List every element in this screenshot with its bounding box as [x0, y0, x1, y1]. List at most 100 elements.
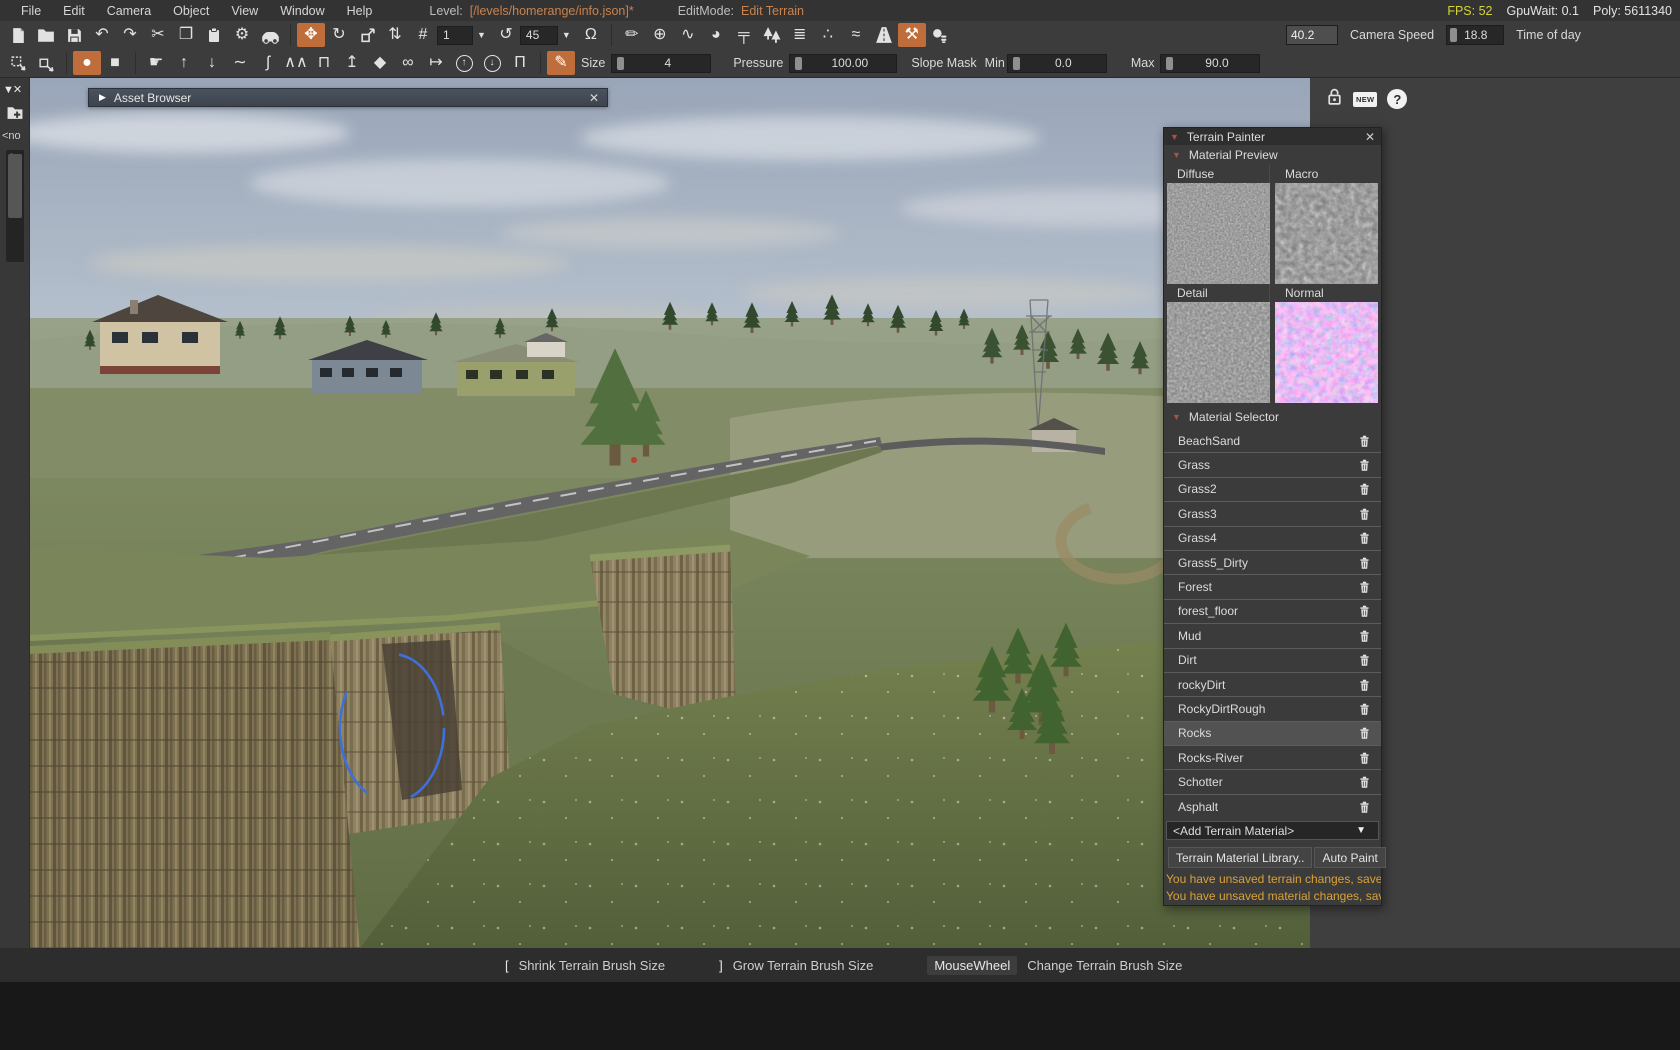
- material-row[interactable]: Schotter: [1164, 770, 1381, 795]
- material-row[interactable]: Dirt: [1164, 649, 1381, 673]
- paste-icon[interactable]: [200, 23, 228, 47]
- grid-snap-dropdown-icon[interactable]: ▼: [477, 30, 486, 40]
- delete-material-icon[interactable]: [1358, 629, 1371, 643]
- menu-object[interactable]: Object: [162, 4, 220, 18]
- editmode-value[interactable]: Edit Terrain: [741, 4, 804, 18]
- save-level-icon[interactable]: [60, 23, 88, 47]
- grid-snap-input[interactable]: 1: [437, 25, 473, 45]
- rotate-snap-icon[interactable]: ↺: [492, 23, 520, 47]
- redo-icon[interactable]: ↷: [116, 23, 144, 47]
- add-group-icon[interactable]: [5, 104, 25, 126]
- particle-editor-icon[interactable]: ∴: [814, 23, 842, 47]
- raise-height-icon[interactable]: ↑: [170, 51, 198, 75]
- pressure-input[interactable]: 100.00: [789, 53, 898, 73]
- filter-clear-icon[interactable]: ▼✕: [3, 83, 22, 96]
- copy-icon[interactable]: ❐: [172, 23, 200, 47]
- average-raise-icon[interactable]: ↑: [450, 51, 478, 75]
- material-row[interactable]: Forest: [1164, 575, 1381, 600]
- paint-material-icon[interactable]: ✎: [547, 51, 575, 75]
- move-terrain-block-icon[interactable]: [32, 51, 60, 75]
- delete-material-icon[interactable]: [1358, 653, 1371, 667]
- new-badge[interactable]: NEW: [1353, 91, 1378, 107]
- help-icon[interactable]: ?: [1387, 89, 1408, 109]
- lock-icon[interactable]: [1326, 87, 1343, 111]
- delete-material-icon[interactable]: [1358, 678, 1371, 692]
- material-row-selected[interactable]: Rocks: [1164, 721, 1381, 747]
- material-row[interactable]: Grass3: [1164, 502, 1381, 527]
- time-of-day-input[interactable]: 18.8: [1446, 25, 1505, 45]
- delete-material-icon[interactable]: [1358, 702, 1371, 716]
- snap-to-terrain-icon[interactable]: Ω: [577, 23, 605, 47]
- decal-editor-icon[interactable]: [926, 23, 954, 47]
- noise-icon[interactable]: ∧∧: [282, 51, 310, 75]
- slope-max-input[interactable]: 90.0: [1160, 53, 1261, 73]
- terrain-painter-header[interactable]: ▼ Terrain Painter ✕: [1164, 128, 1381, 145]
- spline-tool-icon[interactable]: ∿: [674, 23, 702, 47]
- delete-material-icon[interactable]: [1358, 726, 1371, 740]
- delete-material-icon[interactable]: [1358, 751, 1371, 765]
- forest-editor-icon[interactable]: [758, 23, 786, 47]
- object-editor-icon[interactable]: ✏: [618, 23, 646, 47]
- level-path[interactable]: [/levels/homerange/info.json]*: [470, 4, 634, 18]
- slope-min-slider[interactable]: [1012, 56, 1020, 70]
- menu-edit[interactable]: Edit: [52, 4, 96, 18]
- smooth-icon[interactable]: ∼: [226, 51, 254, 75]
- world-local-toggle-icon[interactable]: ⇅: [381, 23, 409, 47]
- normal-preview[interactable]: [1275, 302, 1378, 403]
- close-icon[interactable]: ✕: [1365, 130, 1375, 144]
- smudge-brush-icon[interactable]: ∞: [394, 51, 422, 75]
- grab-terrain-icon[interactable]: ☛: [142, 51, 170, 75]
- set-height-icon[interactable]: ↥: [338, 51, 366, 75]
- menu-help[interactable]: Help: [336, 4, 384, 18]
- rotate-tool-icon[interactable]: ↻: [325, 23, 353, 47]
- delete-material-icon[interactable]: [1358, 800, 1371, 814]
- open-level-icon[interactable]: [32, 23, 60, 47]
- square-brush-icon[interactable]: ■: [101, 51, 129, 75]
- vehicle-icon[interactable]: [256, 23, 284, 47]
- road-editor-icon[interactable]: [870, 23, 898, 47]
- material-row[interactable]: Grass2: [1164, 478, 1381, 503]
- close-icon[interactable]: ✕: [589, 91, 599, 105]
- material-row[interactable]: forest_floor: [1164, 600, 1381, 625]
- delete-material-icon[interactable]: [1358, 434, 1371, 448]
- material-selector-header[interactable]: ▼ Material Selector: [1164, 407, 1381, 427]
- undo-icon[interactable]: ↶: [88, 23, 116, 47]
- select-terrain-block-icon[interactable]: [4, 51, 32, 75]
- expand-icon[interactable]: ▶: [99, 92, 106, 103]
- collapse-icon[interactable]: ▼: [1172, 150, 1181, 160]
- set-empty-icon[interactable]: ↦: [422, 51, 450, 75]
- auto-paint-button[interactable]: Auto Paint: [1314, 847, 1386, 869]
- asset-browser-bar[interactable]: ▶ Asset Browser ✕: [88, 88, 608, 107]
- grid-snap-icon[interactable]: #: [409, 23, 437, 47]
- diffuse-preview[interactable]: [1167, 183, 1270, 284]
- terrain-material-library-button[interactable]: Terrain Material Library..: [1168, 847, 1313, 869]
- brush-size-input[interactable]: 4: [611, 53, 712, 73]
- delete-material-icon[interactable]: [1358, 507, 1371, 521]
- material-row[interactable]: Grass5_Dirty: [1164, 551, 1381, 576]
- menu-view[interactable]: View: [220, 4, 269, 18]
- rotate-snap-input[interactable]: 45: [519, 25, 558, 45]
- delete-material-icon[interactable]: [1358, 604, 1371, 618]
- material-row[interactable]: RockyDirtRough: [1164, 697, 1381, 722]
- clear-terrain-icon[interactable]: ◆: [366, 51, 394, 75]
- material-row[interactable]: rockyDirt: [1164, 673, 1381, 698]
- average-lower-icon[interactable]: ↓: [478, 51, 506, 75]
- viewport-3d-scene[interactable]: [30, 78, 1310, 948]
- settings-gear-icon[interactable]: ⚙: [228, 23, 256, 47]
- material-row[interactable]: Mud: [1164, 624, 1381, 649]
- material-row[interactable]: Grass: [1164, 453, 1381, 478]
- delete-material-icon[interactable]: [1358, 775, 1371, 789]
- flatten-icon[interactable]: ⊓: [310, 51, 338, 75]
- detail-preview[interactable]: [1167, 302, 1270, 403]
- translate-tool-icon[interactable]: ✥: [297, 23, 325, 47]
- pressure-slider[interactable]: [795, 56, 803, 70]
- slope-max-slider[interactable]: [1166, 56, 1174, 70]
- collapse-icon[interactable]: ▼: [1172, 412, 1181, 422]
- brush-size-slider[interactable]: [617, 56, 625, 70]
- material-row[interactable]: BeachSand: [1164, 429, 1381, 454]
- delete-material-icon[interactable]: [1358, 458, 1371, 472]
- delete-material-icon[interactable]: [1358, 531, 1371, 545]
- slope-min-input[interactable]: 0.0: [1006, 53, 1107, 73]
- scrollbar-thumb[interactable]: [8, 154, 22, 218]
- material-row[interactable]: Grass4: [1164, 527, 1381, 551]
